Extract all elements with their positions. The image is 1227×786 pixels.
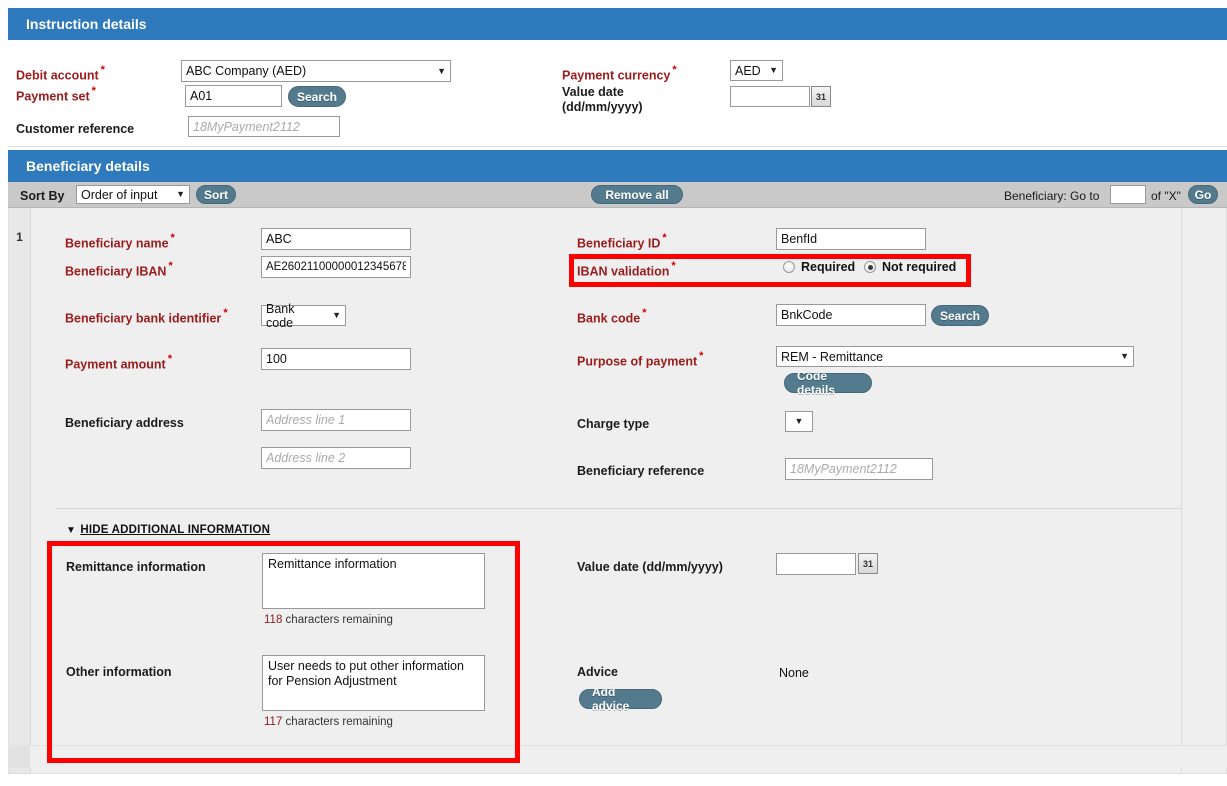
required-asterisk: *	[223, 307, 228, 319]
chevron-down-icon: ▼	[66, 525, 76, 536]
bottom-strip-nub	[8, 746, 30, 768]
add-advice-button[interactable]: Add advice	[579, 685, 662, 713]
beneficiary-id-label: Beneficiary ID *	[577, 232, 667, 251]
payment-instruction-page: Instruction details Debit account * ABC C…	[0, 0, 1227, 786]
iban-validation-label: IBAN validation *	[577, 260, 676, 279]
beneficiary-reference-input[interactable]	[785, 458, 933, 480]
chevron-down-icon: ▼	[176, 189, 185, 199]
required-asterisk: *	[170, 232, 175, 244]
required-asterisk: *	[671, 260, 676, 272]
required-asterisk: *	[672, 64, 677, 76]
debit-account-label: Debit account *	[16, 64, 105, 83]
toggle-additional-information-link[interactable]: HIDE ADDITIONAL INFORMATION	[80, 524, 270, 536]
calendar-icon[interactable]: 31	[811, 86, 831, 107]
debit-account-select[interactable]: ABC Company (AED) ▼	[181, 60, 451, 82]
remittance-information-label: Remittance information	[66, 560, 206, 574]
calendar-icon[interactable]: 31	[858, 553, 878, 574]
advice-label: Advice	[577, 665, 618, 679]
required-asterisk: *	[91, 85, 96, 97]
additional-value-date-input[interactable]	[776, 553, 856, 575]
go-button[interactable]: Go	[1188, 185, 1218, 204]
bank-code-input[interactable]	[776, 304, 926, 326]
radio-icon[interactable]	[783, 261, 795, 273]
goto-input[interactable]	[1110, 185, 1146, 204]
advice-value: None	[779, 666, 809, 680]
purpose-of-payment-label: Purpose of payment *	[577, 350, 704, 369]
other-information-label: Other information	[66, 665, 172, 679]
instruction-details-header: Instruction details	[8, 8, 1227, 40]
beneficiary-name-input[interactable]	[261, 228, 411, 250]
chevron-down-icon: ▼	[437, 65, 446, 76]
required-asterisk: *	[100, 64, 105, 76]
beneficiary-row-number: 1	[9, 208, 31, 773]
beneficiary-sort-bar: Sort By Order of input ▼ Sort Remove all…	[8, 182, 1227, 208]
payment-amount-label: Payment amount *	[65, 353, 172, 372]
chevron-down-icon: ▼	[1120, 351, 1129, 361]
purpose-of-payment-select[interactable]: REM - Remittance ▼	[776, 346, 1134, 367]
iban-validation-not-required-radio[interactable]: Not required	[864, 260, 956, 274]
sort-button[interactable]: Sort	[196, 185, 236, 204]
remittance-information-textarea[interactable]: Remittance information	[262, 553, 485, 609]
payment-set-label: Payment set *	[16, 85, 96, 104]
radio-selected-icon[interactable]	[864, 261, 876, 273]
customer-reference-label: Customer reference	[16, 122, 135, 136]
required-asterisk: *	[642, 307, 647, 319]
beneficiary-bank-identifier-label: Beneficiary bank identifier *	[65, 307, 228, 326]
goto-label: Beneficiary: Go to	[1004, 189, 1100, 203]
goto-of-label: of "X"	[1151, 189, 1181, 203]
beneficiary-iban-input[interactable]	[261, 256, 411, 278]
iban-validation-required-radio[interactable]: Required	[783, 260, 855, 274]
required-asterisk: *	[662, 232, 667, 244]
payment-currency-select[interactable]: AED ▼	[730, 60, 783, 81]
beneficiary-details-header: Beneficiary details	[8, 150, 1227, 182]
beneficiary-details-panel: Beneficiary details Sort By Order of inp…	[8, 150, 1227, 774]
chevron-down-icon: ▼	[794, 416, 804, 426]
beneficiary-id-input[interactable]	[776, 228, 926, 250]
chevron-down-icon: ▼	[332, 310, 341, 320]
code-details-button[interactable]: Code details	[784, 369, 872, 397]
bank-code-label: Bank code *	[577, 307, 647, 326]
sort-by-label: Sort By	[20, 189, 65, 203]
value-date-label: Value date (dd/mm/yyyy)	[562, 85, 643, 114]
payment-set-input[interactable]	[185, 85, 282, 107]
bank-code-search-button[interactable]: Search	[931, 305, 989, 326]
beneficiary-row-card: 1 Beneficiary name* Beneficiary IBAN* Be…	[8, 208, 1227, 774]
beneficiary-right-rail	[1181, 208, 1226, 773]
customer-reference-input[interactable]	[188, 116, 340, 137]
required-asterisk: *	[167, 353, 172, 365]
chevron-down-icon: ▼	[769, 65, 778, 75]
charge-type-select[interactable]: ▼	[785, 411, 813, 432]
payment-currency-label: Payment currency *	[562, 64, 677, 83]
required-asterisk: *	[168, 260, 173, 272]
charge-type-label: Charge type	[577, 417, 650, 431]
beneficiary-address-line1-input[interactable]	[261, 409, 411, 431]
remove-all-button[interactable]: Remove all	[591, 185, 683, 204]
beneficiary-address-label: Beneficiary address	[65, 416, 184, 430]
instruction-details-body: Debit account * ABC Company (AED) ▼ Payme…	[8, 40, 1227, 147]
page-bottom-strip	[8, 745, 1227, 768]
payment-amount-input[interactable]	[261, 348, 411, 370]
required-asterisk: *	[699, 350, 704, 362]
beneficiary-address-line2-input[interactable]	[261, 447, 411, 469]
toggle-additional-information[interactable]: ▼ HIDE ADDITIONAL INFORMATION	[66, 520, 270, 538]
beneficiary-bank-identifier-select[interactable]: Bank code ▼	[261, 302, 346, 330]
value-date-input[interactable]	[730, 86, 810, 107]
sort-by-select[interactable]: Order of input ▼	[76, 185, 190, 204]
remittance-chars-remaining: 118 characters remaining	[264, 614, 393, 626]
beneficiary-iban-label: Beneficiary IBAN *	[65, 260, 173, 279]
card-divider	[55, 508, 1183, 509]
other-information-textarea[interactable]: User needs to put other information for …	[262, 655, 485, 711]
beneficiary-name-label: Beneficiary name *	[65, 232, 175, 251]
instruction-details-panel: Instruction details Debit account * ABC C…	[8, 8, 1227, 147]
additional-value-date-label: Value date (dd/mm/yyyy)	[577, 560, 723, 574]
beneficiary-reference-label: Beneficiary reference	[577, 464, 705, 478]
payment-set-search-button[interactable]: Search	[288, 86, 346, 107]
other-chars-remaining: 117 characters remaining	[264, 716, 393, 728]
